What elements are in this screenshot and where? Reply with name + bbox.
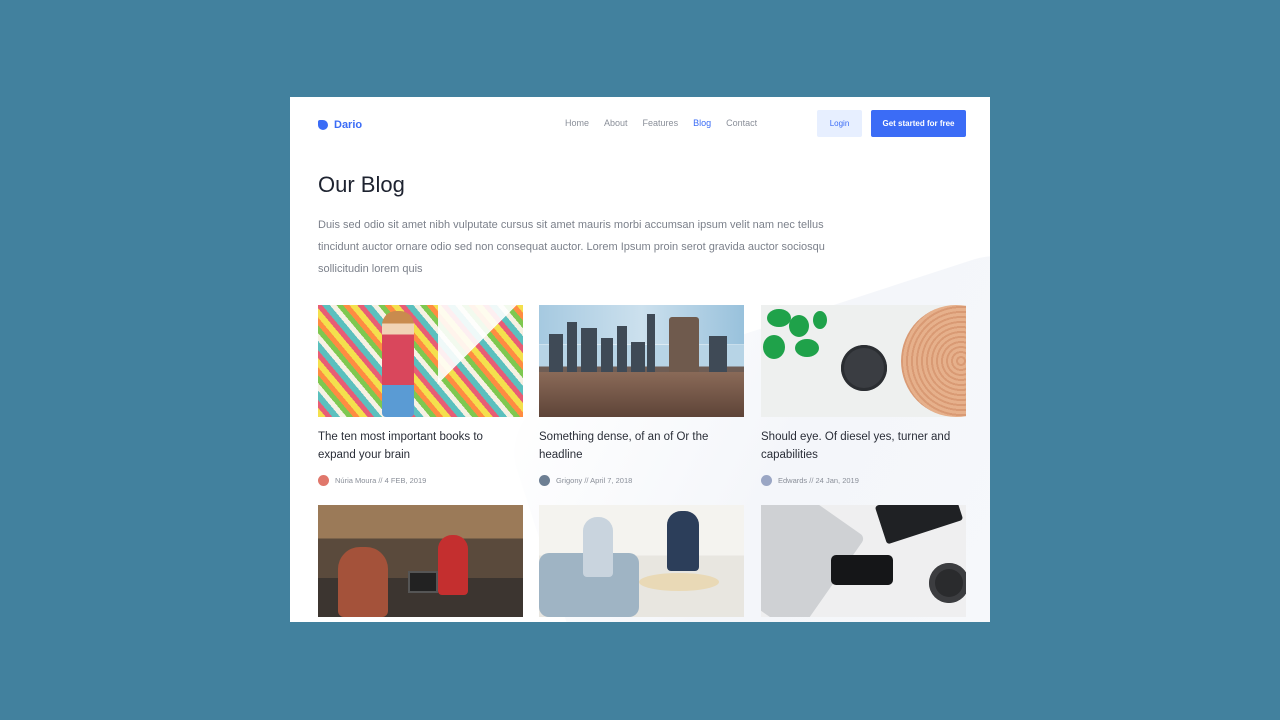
post-thumbnail[interactable] — [318, 305, 523, 417]
brand-name: Dario — [334, 119, 363, 131]
page-intro: Duis sed odio sit amet nibh vulputate cu… — [318, 219, 825, 275]
nav-item-contact[interactable]: Contact — [726, 118, 757, 128]
image-detail — [539, 372, 744, 417]
avatar-icon — [539, 475, 550, 486]
image-detail — [631, 342, 645, 372]
nav-item-home[interactable]: Home — [565, 118, 589, 128]
image-detail — [647, 314, 655, 372]
avatar-icon — [761, 475, 772, 486]
image-detail — [763, 335, 785, 359]
post-title[interactable]: The ten most important books to expand y… — [318, 429, 508, 464]
page-title: Our Blog — [318, 172, 405, 197]
post-title[interactable]: Something dense, of an of Or the headlin… — [539, 429, 729, 464]
nav-item-features[interactable]: Features — [643, 118, 679, 128]
get-started-button[interactable]: Get started for free — [871, 110, 966, 137]
image-detail — [601, 338, 613, 372]
post-thumbnail[interactable] — [539, 305, 744, 417]
image-detail — [667, 511, 699, 571]
image-detail — [813, 311, 827, 329]
image-detail — [929, 563, 966, 603]
post-meta: Edwards // 24 Jan, 2019 — [761, 475, 966, 486]
post-thumbnail[interactable] — [318, 505, 523, 617]
post-meta: Núria Moura // 4 FEB, 2019 — [318, 475, 523, 486]
blog-card[interactable]: The ten most important books to expand y… — [318, 305, 523, 486]
image-detail — [709, 336, 727, 372]
image-detail — [639, 573, 719, 591]
image-detail — [438, 535, 468, 595]
post-thumbnail[interactable] — [761, 505, 966, 617]
logo-icon — [318, 120, 328, 130]
image-detail — [617, 326, 627, 372]
top-navigation: Dario Home About Features Blog Contact L… — [290, 97, 990, 151]
post-byline: Grigony // April 7, 2018 — [556, 476, 633, 485]
image-detail — [408, 571, 438, 593]
image-detail — [841, 345, 887, 391]
blog-card[interactable]: Something dense, of an of Or the headlin… — [539, 305, 744, 486]
blog-card[interactable] — [539, 505, 744, 617]
website-frame: Dario Home About Features Blog Contact L… — [290, 97, 990, 622]
blog-card[interactable] — [318, 505, 523, 617]
image-detail — [438, 305, 523, 417]
image-detail — [874, 505, 964, 545]
avatar-icon — [318, 475, 329, 486]
post-byline: Edwards // 24 Jan, 2019 — [778, 476, 859, 485]
image-detail — [789, 315, 809, 337]
blog-card[interactable]: Should eye. Of diesel yes, turner and ca… — [761, 305, 966, 486]
nav-item-about[interactable]: About — [604, 118, 628, 128]
image-detail — [338, 547, 388, 617]
post-byline: Núria Moura // 4 FEB, 2019 — [335, 476, 427, 485]
blog-card[interactable] — [761, 505, 966, 617]
image-detail — [831, 555, 893, 585]
login-button[interactable]: Login — [817, 110, 862, 137]
image-detail — [583, 517, 613, 577]
post-thumbnail[interactable] — [761, 305, 966, 417]
image-detail — [382, 311, 414, 417]
post-thumbnail[interactable] — [539, 505, 744, 617]
nav-item-blog[interactable]: Blog — [693, 118, 711, 128]
post-title[interactable]: Should eye. Of diesel yes, turner and ca… — [761, 429, 951, 464]
image-detail — [549, 334, 563, 372]
image-detail — [795, 339, 819, 357]
image-detail — [901, 305, 966, 417]
image-detail — [581, 328, 597, 372]
image-detail — [767, 309, 791, 327]
post-meta: Grigony // April 7, 2018 — [539, 475, 744, 486]
image-detail — [567, 322, 577, 372]
nav-menu: Home About Features Blog Contact — [565, 118, 772, 128]
brand-logo[interactable]: Dario — [318, 117, 362, 133]
